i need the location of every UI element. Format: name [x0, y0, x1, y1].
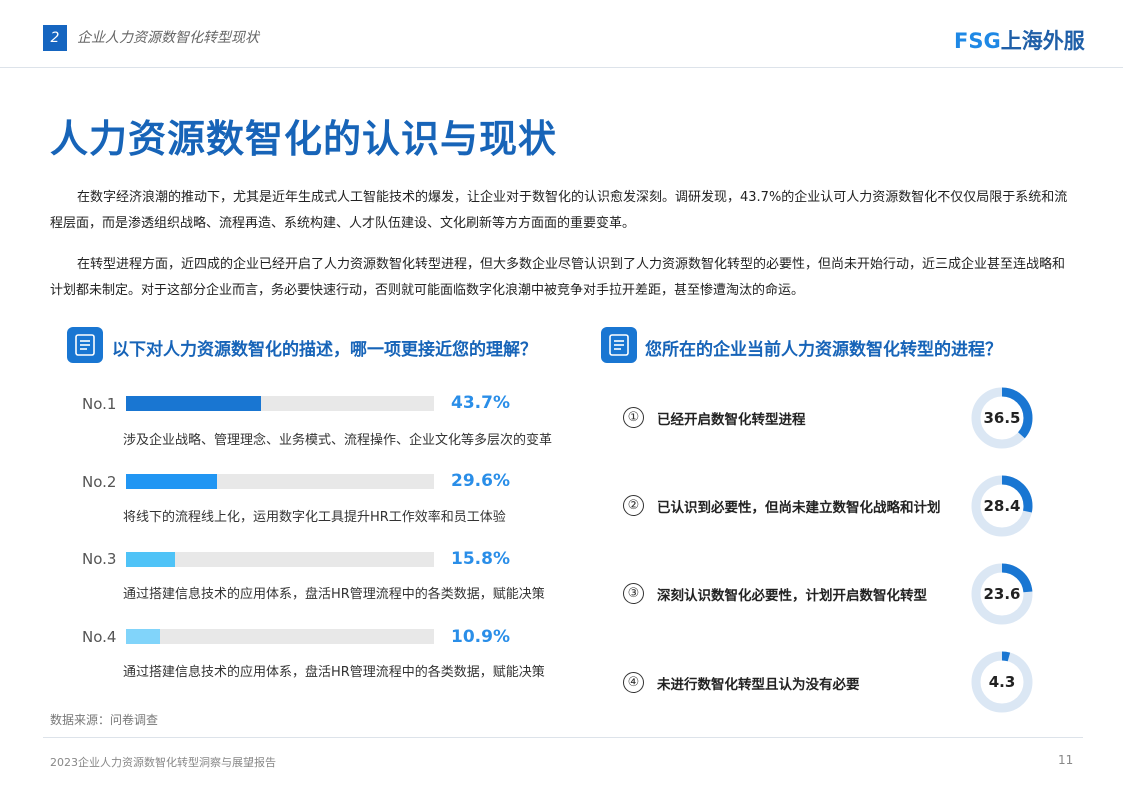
right-section-title: 您所在的企业当前人力资源数智化转型的进程？ — [645, 340, 1002, 360]
bar-fill — [126, 629, 160, 644]
stage-marker: ② — [623, 495, 644, 516]
rank-label: No.4 — [82, 628, 117, 646]
stage-marker: ④ — [623, 672, 644, 693]
bar-track — [126, 552, 434, 567]
bar-description: 通过搭建信息技术的应用体系，盘活HR管理流程中的各类数据，赋能决策 — [123, 587, 545, 602]
donut-chart: 36.5 — [970, 386, 1034, 450]
bar-track — [126, 474, 434, 489]
stage-label: 已经开启数智化转型进程 — [657, 412, 806, 428]
donut-value-label: 4.3 — [988, 673, 1016, 691]
paragraph-2: 在转型进程方面，近四成的企业已经开启了人力资源数智化转型进程，但大多数企业尽管认… — [50, 257, 1066, 298]
page-badge: 2 — [43, 25, 67, 51]
donut-value-label: 36.5 — [983, 409, 1021, 427]
donut-value-label: 23.6 — [983, 585, 1021, 603]
donut-value-label: 28.4 — [983, 497, 1021, 515]
fsg-logo: FSG上海外服 — [954, 25, 1085, 55]
stage-label: 已认识到必要性，但尚未建立数智化战略和计划 — [657, 500, 941, 516]
bar-fill — [126, 474, 218, 489]
bar-value-label: 29.6% — [451, 471, 510, 491]
document-list-icon — [601, 327, 637, 363]
rank-label: No.3 — [82, 550, 117, 568]
header-divider — [0, 67, 1123, 68]
stage-marker: ① — [623, 407, 644, 428]
footer-report-title: 2023企业人力资源数智化转型洞察与展望报告 — [50, 756, 276, 769]
rank-label: No.2 — [82, 473, 117, 491]
stage-marker: ③ — [623, 583, 644, 604]
paragraph-1: 在数字经济浪潮的推动下，尤其是近年生成式人工智能技术的爆发，让企业对于数智化的认… — [50, 190, 1068, 231]
donut-chart: 4.3 — [970, 650, 1034, 714]
document-list-icon — [67, 327, 103, 363]
footer-divider — [43, 737, 1083, 738]
bar-description: 涉及企业战略、管理理念、业务模式、流程操作、企业文化等多层次的变革 — [123, 433, 553, 448]
page-title: 人力资源数智化的认识与现状 — [50, 117, 558, 161]
section-title: 企业人力资源数智化转型现状 — [77, 30, 259, 46]
source-note: 数据来源：问卷调查 — [50, 713, 159, 727]
bar-description: 通过搭建信息技术的应用体系，盘活HR管理流程中的各类数据，赋能决策 — [123, 665, 545, 680]
logo-cn: 上海外服 — [1000, 29, 1085, 53]
bar-fill — [126, 396, 261, 411]
left-section-title: 以下对人力资源数智化的描述，哪一项更接近您的理解？ — [112, 340, 537, 360]
logo-latin: FSG — [954, 29, 1001, 53]
rank-label: No.1 — [82, 395, 117, 413]
donut-chart: 28.4 — [970, 474, 1034, 538]
bar-track — [126, 396, 434, 411]
page-number: 11 — [1058, 753, 1074, 767]
stage-label: 未进行数智化转型且认为没有必要 — [657, 677, 860, 693]
donut-chart: 23.6 — [970, 562, 1034, 626]
bar-value-label: 15.8% — [451, 549, 510, 569]
bar-track — [126, 629, 434, 644]
bar-value-label: 43.7% — [451, 393, 510, 413]
bar-description: 将线下的流程线上化，运用数字化工具提升HR工作效率和员工体验 — [123, 510, 506, 525]
stage-label: 深刻认识数智化必要性，计划开启数智化转型 — [657, 588, 927, 604]
bar-value-label: 10.9% — [451, 627, 510, 647]
bar-fill — [126, 552, 175, 567]
